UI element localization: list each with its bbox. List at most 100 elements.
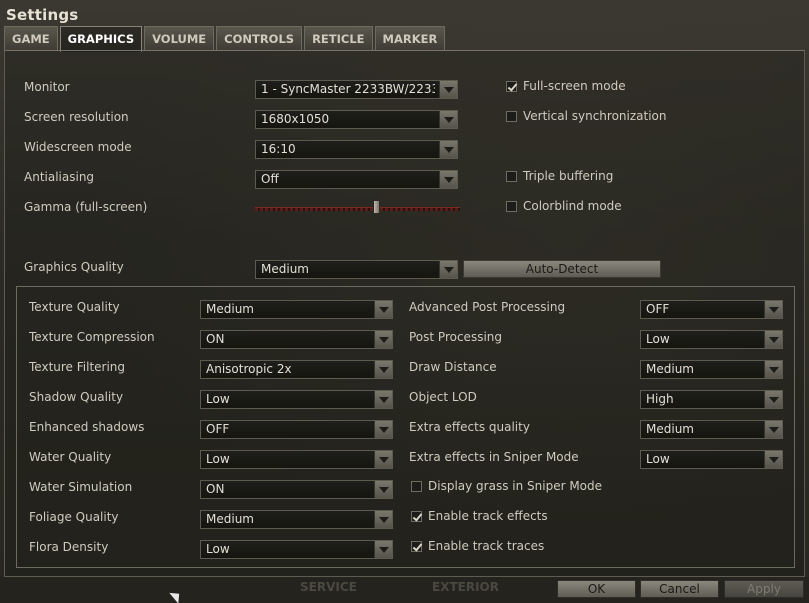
water-simulation-dropdown[interactable]: ON xyxy=(200,480,393,499)
texture-filtering-dropdown[interactable]: Anisotropic 2x xyxy=(200,360,393,379)
vsync-checkbox[interactable]: Vertical synchronization xyxy=(506,109,666,123)
resolution-dropdown[interactable]: 1680x1050 xyxy=(255,110,458,129)
chevron-down-icon[interactable] xyxy=(439,81,457,98)
track-traces-checkbox[interactable]: Enable track traces xyxy=(411,539,544,553)
tab-game[interactable]: GAME xyxy=(4,26,58,50)
setting-value: Medium xyxy=(206,512,254,526)
enhanced-shadows-dropdown[interactable]: OFF xyxy=(200,420,393,439)
setting-label: Object LOD xyxy=(409,390,477,404)
antialiasing-value: Off xyxy=(261,172,279,186)
cancel-button[interactable]: Cancel xyxy=(640,580,719,598)
ok-button[interactable]: OK xyxy=(557,580,636,598)
track-effects-box[interactable] xyxy=(411,510,422,522)
widescreen-dropdown[interactable]: 16:10 xyxy=(255,140,458,159)
draw-distance-dropdown[interactable]: Medium xyxy=(640,360,783,379)
apply-button[interactable]: Apply xyxy=(724,580,804,598)
chevron-down-icon[interactable] xyxy=(374,481,392,498)
display-grass-checkbox[interactable]: Display grass in Sniper Mode xyxy=(411,479,602,493)
extra-effects-quality-dropdown[interactable]: Medium xyxy=(640,420,783,439)
tab-graphics[interactable]: GRAPHICS xyxy=(59,26,143,52)
triple-buffering-checkbox[interactable]: Triple buffering xyxy=(506,169,613,183)
chevron-down-icon[interactable] xyxy=(764,421,782,438)
fullscreen-checkbox[interactable]: Full-screen mode xyxy=(506,79,626,93)
fullscreen-label: Full-screen mode xyxy=(523,79,626,93)
foliage-quality-dropdown[interactable]: Medium xyxy=(200,510,393,529)
chevron-down-icon[interactable] xyxy=(764,361,782,378)
settings-window: Settings GAME GRAPHICS VOLUME CONTROLS R… xyxy=(0,0,809,603)
setting-label: Water Quality xyxy=(29,450,112,464)
vsync-box[interactable] xyxy=(506,110,517,122)
chevron-down-icon[interactable] xyxy=(439,111,457,128)
setting-value: Anisotropic 2x xyxy=(206,362,292,376)
colorblind-box[interactable] xyxy=(506,200,517,212)
setting-value: OFF xyxy=(646,302,670,316)
setting-value: Low xyxy=(206,392,230,406)
extra-effects-sniper-dropdown[interactable]: Low xyxy=(640,450,783,469)
setting-value: OFF xyxy=(206,422,230,436)
antialiasing-dropdown[interactable]: Off xyxy=(255,170,458,189)
track-traces-label: Enable track traces xyxy=(428,539,545,553)
display-grass-label: Display grass in Sniper Mode xyxy=(428,479,603,493)
setting-label: Texture Compression xyxy=(29,330,155,344)
setting-label: Texture Quality xyxy=(29,300,120,314)
chevron-down-icon[interactable] xyxy=(374,451,392,468)
tab-bar: GAME GRAPHICS VOLUME CONTROLS RETICLE MA… xyxy=(4,26,446,52)
setting-label: Shadow Quality xyxy=(29,390,124,404)
chevron-down-icon[interactable] xyxy=(439,171,457,188)
colorblind-checkbox[interactable]: Colorblind mode xyxy=(506,199,622,213)
chevron-down-icon[interactable] xyxy=(374,361,392,378)
tab-marker[interactable]: MARKER xyxy=(374,26,446,50)
chevron-down-icon[interactable] xyxy=(764,451,782,468)
auto-detect-button[interactable]: Auto-Detect xyxy=(463,260,661,278)
display-grass-box[interactable] xyxy=(411,480,422,492)
chevron-down-icon[interactable] xyxy=(764,331,782,348)
chevron-down-icon[interactable] xyxy=(764,391,782,408)
chevron-down-icon[interactable] xyxy=(374,331,392,348)
setting-label: Post Processing xyxy=(409,330,502,344)
setting-value: Medium xyxy=(206,302,254,316)
chevron-down-icon[interactable] xyxy=(374,541,392,558)
triple-buffering-box[interactable] xyxy=(506,170,517,182)
object-lod-dropdown[interactable]: High xyxy=(640,390,783,409)
track-traces-box[interactable] xyxy=(411,540,422,552)
setting-value: Low xyxy=(206,542,230,556)
chevron-down-icon[interactable] xyxy=(374,511,392,528)
water-quality-dropdown[interactable]: Low xyxy=(200,450,393,469)
chevron-down-icon[interactable] xyxy=(374,391,392,408)
window-title: Settings xyxy=(6,6,79,24)
texture-quality-dropdown[interactable]: Medium xyxy=(200,300,393,319)
gamma-label: Gamma (full-screen) xyxy=(24,200,148,214)
advanced-post-processing-dropdown[interactable]: OFF xyxy=(640,300,783,319)
fullscreen-box[interactable] xyxy=(506,80,517,92)
setting-value: Medium xyxy=(646,422,694,436)
setting-value: Medium xyxy=(646,362,694,376)
graphics-quality-dropdown[interactable]: Medium xyxy=(255,260,458,279)
track-effects-label: Enable track effects xyxy=(428,509,548,523)
chevron-down-icon[interactable] xyxy=(439,141,457,158)
chevron-down-icon[interactable] xyxy=(374,301,392,318)
vsync-label: Vertical synchronization xyxy=(523,109,667,123)
gamma-slider-thumb[interactable] xyxy=(372,200,380,214)
tab-volume[interactable]: VOLUME xyxy=(144,26,215,50)
resolution-label: Screen resolution xyxy=(24,110,129,124)
flora-density-dropdown[interactable]: Low xyxy=(200,540,393,559)
gamma-slider-track[interactable] xyxy=(255,207,460,211)
antialiasing-label: Antialiasing xyxy=(24,170,95,184)
chevron-down-icon[interactable] xyxy=(764,301,782,318)
chevron-down-icon[interactable] xyxy=(374,421,392,438)
widescreen-label: Widescreen mode xyxy=(24,140,132,154)
texture-compression-dropdown[interactable]: ON xyxy=(200,330,393,349)
setting-label: Advanced Post Processing xyxy=(409,300,566,314)
post-processing-dropdown[interactable]: Low xyxy=(640,330,783,349)
graphics-quality-label: Graphics Quality xyxy=(24,260,124,274)
shadow-quality-dropdown[interactable]: Low xyxy=(200,390,393,409)
tab-reticle[interactable]: RETICLE xyxy=(304,26,373,50)
monitor-dropdown[interactable]: 1 - SyncMaster 2233BW/2233GW xyxy=(255,80,458,99)
chevron-down-icon[interactable] xyxy=(439,261,457,278)
tab-controls[interactable]: CONTROLS xyxy=(216,26,303,50)
setting-label: Texture Filtering xyxy=(29,360,126,374)
monitor-value: 1 - SyncMaster 2233BW/2233GW xyxy=(261,82,435,96)
setting-label: Enhanced shadows xyxy=(29,420,145,434)
track-effects-checkbox[interactable]: Enable track effects xyxy=(411,509,548,523)
triple-buffering-label: Triple buffering xyxy=(523,169,614,183)
